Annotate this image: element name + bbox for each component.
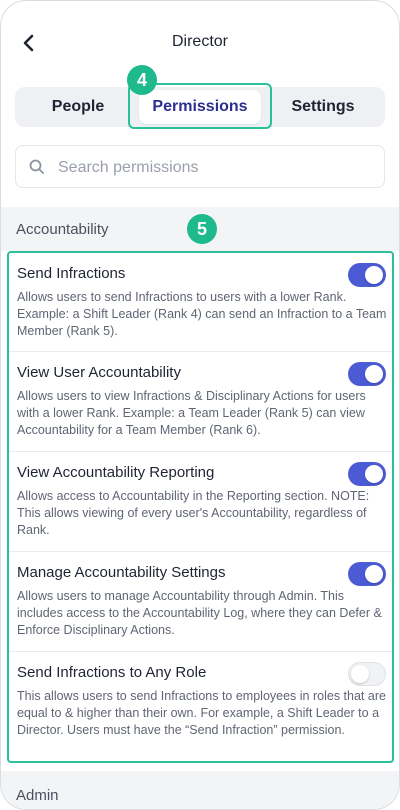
permission-toggle[interactable] <box>348 562 386 586</box>
tab-permissions[interactable]: Permissions <box>139 90 261 124</box>
permission-name: Send Infractions <box>17 265 126 282</box>
permission-toggle[interactable] <box>348 263 386 287</box>
toggle-knob <box>365 565 383 583</box>
permission-description: This allows users to send Infractions to… <box>17 689 386 737</box>
permission-description: Allows users to view Infractions & Disci… <box>17 389 366 437</box>
permission-name: Send Infractions to Any Role <box>17 664 207 681</box>
permission-list: Send Infractions Allows users to send In… <box>7 251 394 763</box>
permission-description: Allows users to send Infractions to user… <box>17 290 387 338</box>
page-title: Director <box>171 33 228 50</box>
toggle-knob <box>365 266 383 284</box>
section-title: Accountability <box>16 221 109 238</box>
toggle-knob <box>365 365 383 383</box>
permission-item-send-infractions-any-role: Send Infractions to Any Role This allows… <box>9 652 392 761</box>
permission-name: View Accountability Reporting <box>17 464 215 481</box>
permission-toggle[interactable] <box>348 462 386 486</box>
permission-item-send-infractions: Send Infractions Allows users to send In… <box>9 253 392 352</box>
phone-frame: Director People Permissions Settings 4 A… <box>0 0 400 810</box>
section-header-admin: Admin <box>1 771 399 809</box>
section-title: Admin <box>16 787 59 804</box>
toggle-knob <box>351 665 369 683</box>
tab-bar: People Permissions Settings <box>15 87 385 127</box>
search-icon <box>28 158 46 176</box>
permission-description: Allows access to Accountability in the R… <box>17 489 370 537</box>
search-bar <box>15 145 385 188</box>
permission-toggle[interactable] <box>348 362 386 386</box>
toggle-knob <box>365 465 383 483</box>
permission-item-view-accountability-reporting: View Accountability Reporting Allows acc… <box>9 452 392 552</box>
permission-name: View User Accountability <box>17 364 181 381</box>
search-input[interactable] <box>56 154 370 182</box>
permission-item-manage-accountability-settings: Manage Accountability Settings Allows us… <box>9 552 392 652</box>
permission-name: Manage Accountability Settings <box>17 564 226 581</box>
step-badge-5: 5 <box>187 214 217 244</box>
tab-people[interactable]: People <box>15 87 141 127</box>
permission-toggle[interactable] <box>348 662 386 686</box>
tab-settings[interactable]: Settings <box>261 87 385 127</box>
permission-item-view-user-accountability: View User Accountability Allows users to… <box>9 352 392 452</box>
top-bar: Director <box>1 1 399 83</box>
step-badge-4: 4 <box>127 65 157 95</box>
permission-description: Allows users to manage Accountability th… <box>17 589 382 637</box>
